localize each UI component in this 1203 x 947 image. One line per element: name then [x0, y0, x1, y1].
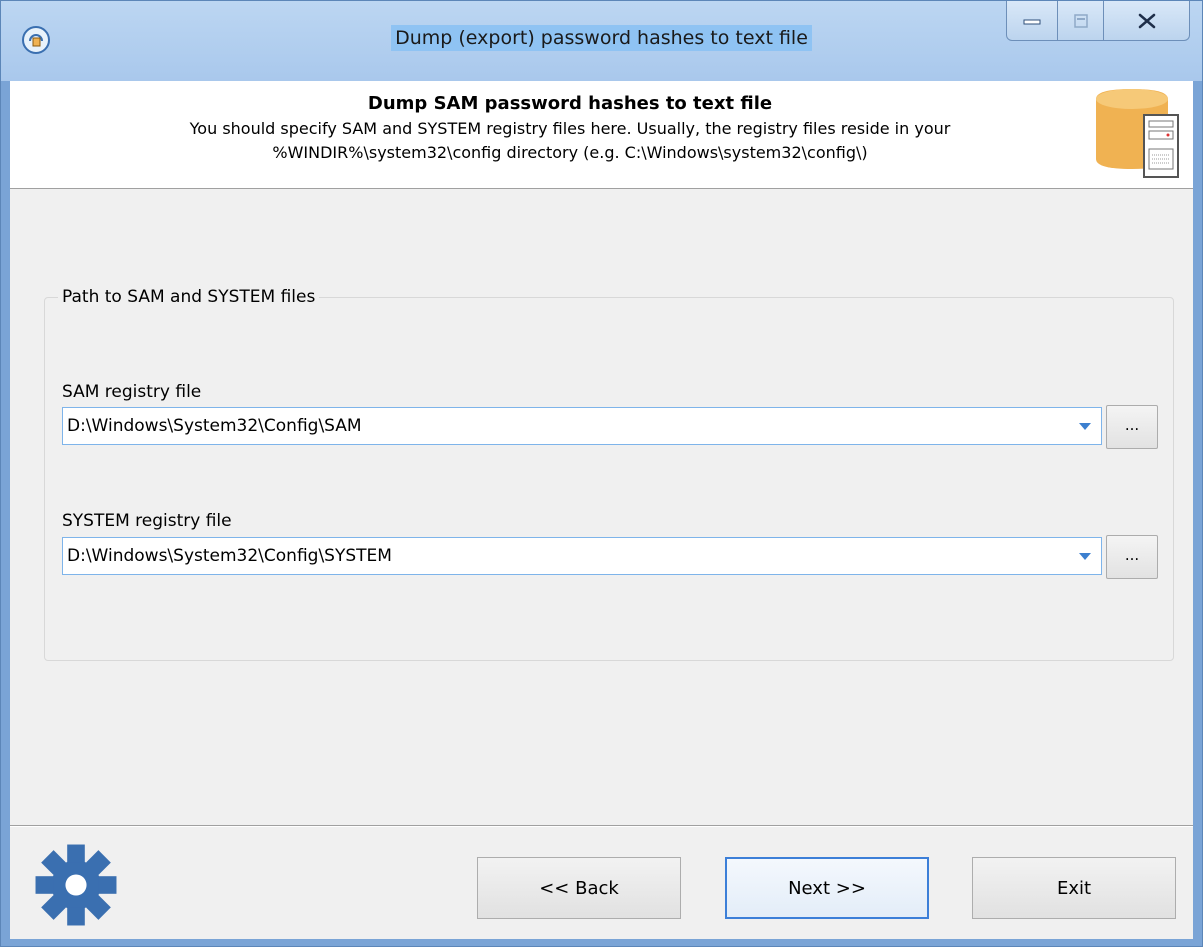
sam-file-combobox[interactable]: D:\Windows\System32\Config\SAM	[62, 407, 1102, 445]
header-description: You should specify SAM and SYSTEM regist…	[10, 117, 1130, 165]
system-file-combobox[interactable]: D:\Windows\System32\Config\SYSTEM	[62, 537, 1102, 575]
close-icon	[1138, 13, 1155, 28]
groupbox-legend: Path to SAM and SYSTEM files	[58, 287, 320, 307]
sam-file-value: D:\Windows\System32\Config\SAM	[67, 416, 362, 436]
app-window: Dump (export) password hashes to text fi…	[0, 0, 1203, 947]
window-title-text: Dump (export) password hashes to text fi…	[391, 25, 812, 51]
chevron-down-icon[interactable]	[1079, 553, 1091, 560]
system-browse-button[interactable]: ...	[1106, 535, 1158, 579]
maximize-button[interactable]	[1058, 1, 1104, 41]
gear-icon	[35, 844, 117, 926]
window-controls	[1006, 1, 1190, 45]
wizard-header: Dump SAM password hashes to text file Yo…	[10, 81, 1193, 189]
maximize-icon	[1073, 13, 1088, 28]
system-file-value: D:\Windows\System32\Config\SYSTEM	[67, 546, 392, 566]
header-title: Dump SAM password hashes to text file	[367, 93, 773, 114]
exit-button[interactable]: Exit	[972, 857, 1176, 919]
close-button[interactable]	[1104, 1, 1190, 41]
sam-file-label: SAM registry file	[62, 382, 202, 402]
minimize-icon	[1023, 19, 1041, 24]
database-server-icon	[1096, 89, 1179, 178]
chevron-down-icon[interactable]	[1079, 423, 1091, 430]
back-button[interactable]: << Back	[477, 857, 681, 919]
sam-browse-button[interactable]: ...	[1106, 405, 1158, 449]
header-description-line-1: You should specify SAM and SYSTEM regist…	[189, 119, 951, 138]
path-groupbox	[44, 297, 1174, 661]
header-description-line-2: %WINDIR%\system32\config directory (e.g.…	[272, 143, 868, 162]
next-button[interactable]: Next >>	[725, 857, 929, 919]
system-file-label: SYSTEM registry file	[62, 511, 232, 531]
title-bar[interactable]: Dump (export) password hashes to text fi…	[1, 1, 1202, 81]
footer-divider	[10, 825, 1193, 827]
minimize-button[interactable]	[1006, 1, 1058, 41]
client-area: Dump SAM password hashes to text file Yo…	[10, 81, 1193, 939]
